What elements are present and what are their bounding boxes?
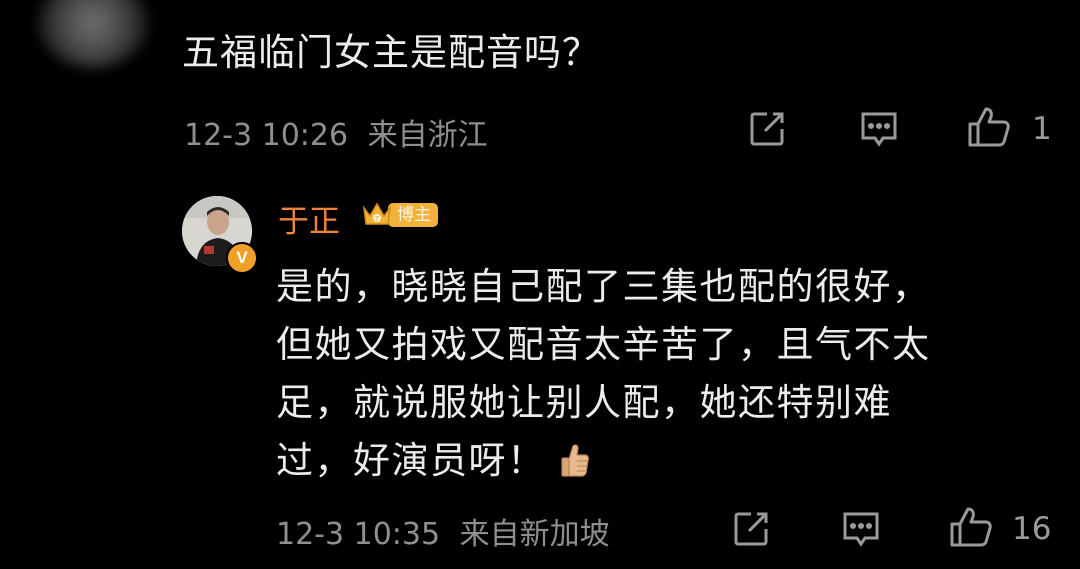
reply-line: 是的，晓晓自己配了三集也配的很好， bbox=[276, 265, 931, 308]
blogger-tag: 博主 bbox=[388, 203, 438, 227]
reply-timestamp: 12-3 10:35 bbox=[276, 517, 441, 552]
like-button[interactable] bbox=[966, 104, 1012, 150]
comment-like-count: 1 bbox=[1032, 111, 1052, 147]
svg-text:7: 7 bbox=[375, 216, 379, 223]
reply-line: 足，就说服她让别人配，她还特别难 bbox=[276, 381, 892, 424]
reply-line-last: 过，好演员呀！ bbox=[276, 432, 1056, 490]
like-icon bbox=[968, 107, 1010, 147]
reply-like-button[interactable] bbox=[948, 504, 994, 550]
reply-location: 来自新加坡 bbox=[459, 517, 610, 552]
commenter-avatar[interactable] bbox=[38, 0, 148, 68]
verified-v-icon: V bbox=[226, 242, 258, 274]
like-icon bbox=[950, 507, 992, 547]
comment-location: 来自浙江 bbox=[367, 118, 488, 153]
comment-meta: 12-3 10:26 来自浙江 bbox=[184, 110, 488, 154]
comment-text: 五福临门女主是配音吗？ bbox=[182, 31, 600, 74]
reply-text: 是的，晓晓自己配了三集也配的很好， 但她又拍戏又配音太辛苦了，且气不太 足，就说… bbox=[276, 258, 1056, 490]
thumbs-up-emoji bbox=[560, 436, 590, 477]
blogger-badge: 7 博主 bbox=[360, 198, 438, 232]
reply-like-count: 16 bbox=[1012, 511, 1052, 547]
share-button[interactable] bbox=[744, 106, 790, 152]
reply-line: 但她又拍戏又配音太辛苦了，且气不太 bbox=[276, 323, 931, 366]
comment-icon bbox=[843, 512, 879, 547]
reply-share-button[interactable] bbox=[728, 506, 774, 552]
reply-meta: 12-3 10:35 来自新加坡 bbox=[276, 509, 610, 553]
share-icon bbox=[750, 112, 784, 146]
crown-icon: 7 bbox=[360, 198, 394, 232]
reply-comment-button[interactable] bbox=[838, 506, 884, 552]
share-icon bbox=[734, 512, 768, 546]
reply-line-text: 过，好演员呀！ bbox=[276, 439, 546, 482]
comment-icon bbox=[861, 112, 897, 147]
comment-timestamp: 12-3 10:26 bbox=[184, 118, 349, 153]
reply-author-name[interactable]: 于正 bbox=[278, 196, 340, 241]
comment-button[interactable] bbox=[856, 106, 902, 152]
